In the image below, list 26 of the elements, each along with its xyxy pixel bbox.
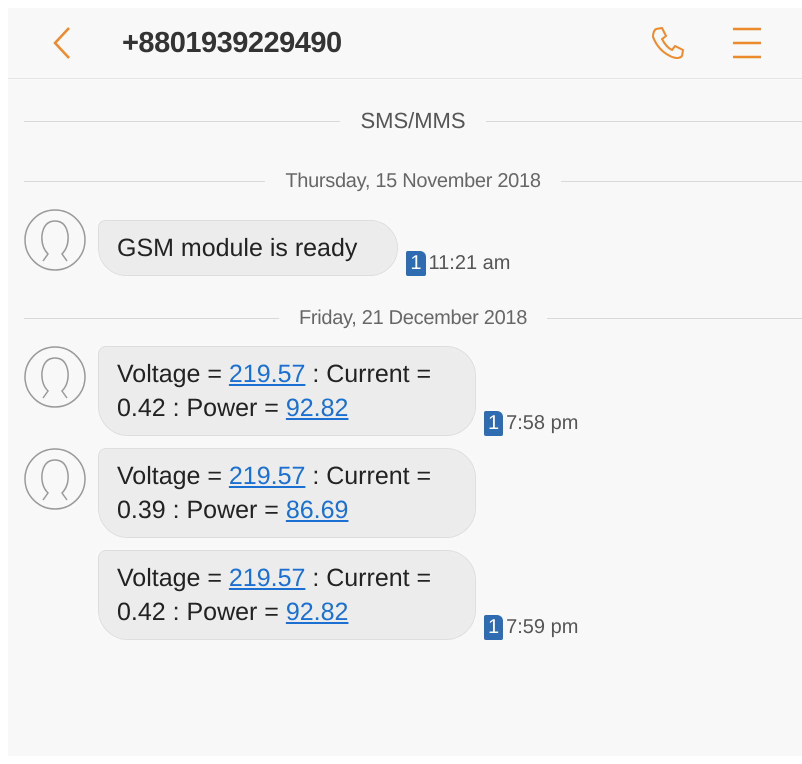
back-icon[interactable] (52, 26, 72, 60)
date-label: Friday, 21 December 2018 (298, 306, 528, 330)
number-link[interactable]: 219.57 (228, 564, 306, 592)
message-time: 11:21 am (428, 252, 510, 275)
number-link[interactable]: 92.82 (286, 598, 348, 626)
avatar-icon[interactable] (24, 346, 86, 408)
avatar-icon[interactable] (24, 209, 86, 271)
phone-icon[interactable] (650, 25, 686, 61)
sim-badge: 1 (484, 411, 504, 436)
number-link[interactable]: 219.57 (228, 462, 306, 490)
number-link[interactable]: 219.57 (228, 360, 306, 388)
avatar-icon[interactable] (24, 448, 86, 510)
menu-icon[interactable] (732, 27, 762, 59)
message-text: Voltage = 219.57 : Current = 0.42 : Power = 92.82 (117, 359, 432, 424)
date-label: Thursday, 15 November 2018 (285, 170, 541, 192)
message-time: 7:59 pm (506, 616, 578, 639)
phone-number: +8801939229490 (122, 26, 343, 60)
sim-badge: 1 (484, 615, 504, 640)
message-text: Voltage = 219.57 : Current = 0.42 : Power = 92.82 (117, 563, 432, 628)
sim-badge: 1 (406, 251, 426, 276)
message-text: GSM module is ready (117, 233, 358, 264)
message-text: Voltage = 219.57 : Current = 0.39 : Power = 86.69 (117, 461, 432, 526)
message-time: 7:58 pm (506, 412, 578, 435)
number-link[interactable]: 86.69 (286, 496, 348, 524)
channel-label: SMS/MMS (360, 108, 466, 134)
number-link[interactable]: 92.82 (286, 394, 348, 422)
